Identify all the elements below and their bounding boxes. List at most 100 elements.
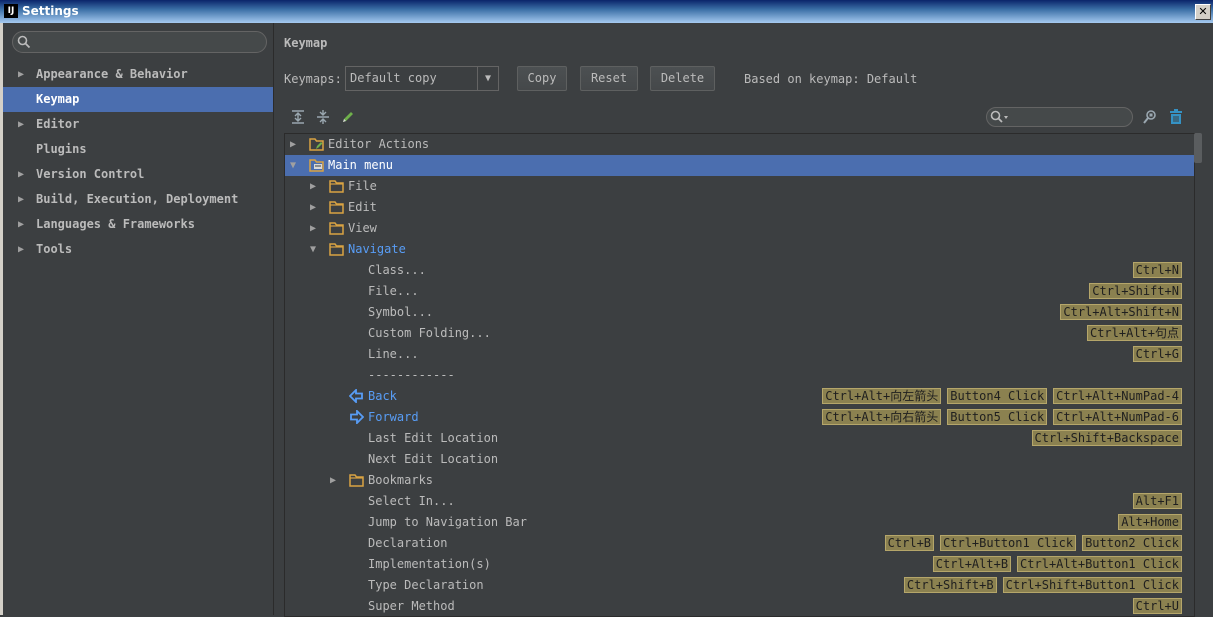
shortcut-list: Ctrl+Shift+Backspace xyxy=(1031,430,1182,447)
tree-row[interactable]: Line... Ctrl+G xyxy=(285,344,1194,365)
shortcut-badge: Ctrl+Shift+B xyxy=(903,577,997,593)
collapse-arrow-icon[interactable]: ▼ xyxy=(290,155,296,176)
tree-row[interactable]: Custom Folding... Ctrl+Alt+句点 xyxy=(285,323,1194,344)
expand-arrow-icon[interactable]: ▶ xyxy=(310,197,316,218)
sidebar-item-appearance[interactable]: ▶ Appearance & Behavior xyxy=(3,62,273,87)
tree-row[interactable]: Select In... Alt+F1 xyxy=(285,491,1194,512)
sidebar-item-label: Appearance & Behavior xyxy=(36,67,188,81)
shortcut-badge: Ctrl+Button1 Click xyxy=(940,535,1077,551)
tree-row[interactable]: Super Method Ctrl+U xyxy=(285,596,1194,616)
shortcut-list: Alt+Home xyxy=(1118,514,1182,531)
shortcut-list: Alt+F1 xyxy=(1132,493,1182,510)
shortcut-badge: Alt+Home xyxy=(1118,514,1182,530)
shortcut-badge: Ctrl+N xyxy=(1132,262,1182,278)
tree-row-label: Jump to Navigation Bar xyxy=(368,515,527,529)
reset-button[interactable]: Reset xyxy=(580,66,638,91)
expand-arrow-icon[interactable]: ▶ xyxy=(18,112,24,137)
expand-arrow-icon[interactable]: ▶ xyxy=(18,162,24,187)
expand-arrow-icon[interactable]: ▶ xyxy=(330,470,336,491)
tree-row-label: Edit xyxy=(348,200,377,214)
search-icon xyxy=(990,110,1008,123)
sidebar-item-keymap[interactable]: Keymap xyxy=(3,87,273,112)
keymap-panel: Keymap Keymaps: Default copy ▼ Copy Rese… xyxy=(274,23,1213,617)
tree-row-label: Bookmarks xyxy=(368,473,434,487)
shortcut-badge: Ctrl+Alt+Shift+N xyxy=(1060,304,1182,320)
tree-row[interactable]: Forward Ctrl+Alt+向右箭头 Button5 Click Ctrl+Al… xyxy=(285,407,1194,428)
shortcut-list: Ctrl+Shift+N xyxy=(1089,283,1182,300)
app-logo-icon: IJ xyxy=(4,4,18,18)
tree-row[interactable]: ------------ xyxy=(285,365,1194,386)
tree-row-label: Main menu xyxy=(328,158,394,172)
shortcut-badge: Ctrl+Alt+句点 xyxy=(1086,325,1182,341)
tree-scrollbar[interactable] xyxy=(1194,133,1202,163)
tree-row[interactable]: Implementation(s) Ctrl+Alt+B Ctrl+Alt+Butt… xyxy=(285,554,1194,575)
tree-row[interactable]: Declaration Ctrl+B Ctrl+Button1 Click Butto… xyxy=(285,533,1194,554)
settings-search-input[interactable] xyxy=(12,31,267,53)
tree-row-label: Type Declaration xyxy=(368,578,484,592)
tree-row[interactable]: Next Edit Location xyxy=(285,449,1194,470)
sidebar-item-label: Plugins xyxy=(36,142,87,156)
keymap-select[interactable]: Default copy ▼ xyxy=(345,66,499,91)
keymap-action-tree[interactable]: ▶ Editor Actions ▼ Main menu ▶ File ▶ Edit ▶ View… xyxy=(284,133,1195,617)
tree-row-label: Custom Folding... xyxy=(368,326,491,340)
tree-row[interactable]: ▶ Editor Actions xyxy=(285,134,1194,155)
expand-arrow-icon[interactable]: ▶ xyxy=(18,237,24,262)
sidebar-item-version-control[interactable]: ▶ Version Control xyxy=(3,162,273,187)
tree-row[interactable]: Last Edit Location Ctrl+Shift+Backspace xyxy=(285,428,1194,449)
tree-row-label: View xyxy=(348,221,377,235)
tree-row-label: Editor Actions xyxy=(328,137,430,151)
expand-arrow-icon[interactable]: ▶ xyxy=(18,212,24,237)
expand-arrow-icon[interactable]: ▶ xyxy=(310,218,316,239)
collapse-arrow-icon[interactable]: ▼ xyxy=(310,239,316,260)
tree-row-label: Symbol... xyxy=(368,305,434,319)
delete-button[interactable]: Delete xyxy=(650,66,715,91)
expand-arrow-icon[interactable]: ▶ xyxy=(18,62,24,87)
tree-row[interactable]: File... Ctrl+Shift+N xyxy=(285,281,1194,302)
tree-row-label: Implementation(s) xyxy=(368,557,491,571)
collapse-all-icon[interactable] xyxy=(315,109,331,125)
action-search-input[interactable] xyxy=(986,107,1133,127)
sidebar-item-label: Version Control xyxy=(36,167,145,181)
tree-row[interactable]: ▼ Main menu xyxy=(285,155,1194,176)
sidebar-item-editor[interactable]: ▶ Editor xyxy=(3,112,273,137)
keymaps-label: Keymaps: xyxy=(284,72,342,86)
tree-row-label: Last Edit Location xyxy=(368,431,499,445)
keymap-select-value: Default copy xyxy=(350,71,437,85)
expand-arrow-icon[interactable]: ▶ xyxy=(18,187,24,212)
tree-row-label: File xyxy=(348,179,377,193)
tree-row[interactable]: ▶ View xyxy=(285,218,1194,239)
tree-row[interactable]: Jump to Navigation Bar Alt+Home xyxy=(285,512,1194,533)
tree-row[interactable]: Back Ctrl+Alt+向左箭头 Button4 Click Ctrl+Alt+N… xyxy=(285,386,1194,407)
edit-shortcut-icon[interactable] xyxy=(340,109,356,125)
shortcut-badge: Ctrl+Shift+Button1 Click xyxy=(1002,577,1182,593)
tree-row-label: Forward xyxy=(368,410,419,424)
shortcut-list: Ctrl+Alt+向左箭头 Button4 Click Ctrl+Alt+NumPa… xyxy=(822,388,1182,405)
chevron-down-icon[interactable]: ▼ xyxy=(477,67,498,90)
tree-row[interactable]: Type Declaration Ctrl+Shift+B Ctrl+Shift+B… xyxy=(285,575,1194,596)
tree-row[interactable]: ▼ Navigate xyxy=(285,239,1194,260)
close-button[interactable]: ✕ xyxy=(1195,4,1211,20)
shortcut-badge: Ctrl+G xyxy=(1132,346,1182,362)
shortcut-list: Ctrl+Shift+B Ctrl+Shift+Button1 Click xyxy=(903,577,1182,594)
sidebar-item-tools[interactable]: ▶ Tools xyxy=(3,237,273,262)
tree-row[interactable]: ▶ File xyxy=(285,176,1194,197)
tree-row-label: Select In... xyxy=(368,494,455,508)
shortcut-badge: Ctrl+Alt+向左箭头 xyxy=(822,388,942,404)
tree-row[interactable]: ▶ Bookmarks xyxy=(285,470,1194,491)
tree-row[interactable]: ▶ Edit xyxy=(285,197,1194,218)
expand-all-icon[interactable] xyxy=(290,109,306,125)
expand-arrow-icon[interactable]: ▶ xyxy=(310,176,316,197)
copy-button[interactable]: Copy xyxy=(517,66,567,91)
sidebar-item-build[interactable]: ▶ Build, Execution, Deployment xyxy=(3,187,273,212)
tree-row[interactable]: Class... Ctrl+N xyxy=(285,260,1194,281)
tree-row-label: Next Edit Location xyxy=(368,452,499,466)
expand-arrow-icon[interactable]: ▶ xyxy=(290,134,296,155)
sidebar-item-languages[interactable]: ▶ Languages & Frameworks xyxy=(3,212,273,237)
trash-icon[interactable] xyxy=(1168,109,1184,125)
find-shortcut-icon[interactable] xyxy=(1142,109,1158,125)
tree-row[interactable]: Symbol... Ctrl+Alt+Shift+N xyxy=(285,302,1194,323)
shortcut-badge: Ctrl+Alt+向右箭头 xyxy=(822,409,942,425)
tree-row-label: Declaration xyxy=(368,536,448,550)
sidebar-item-plugins[interactable]: Plugins xyxy=(3,137,273,162)
sidebar-item-label: Languages & Frameworks xyxy=(36,217,195,231)
